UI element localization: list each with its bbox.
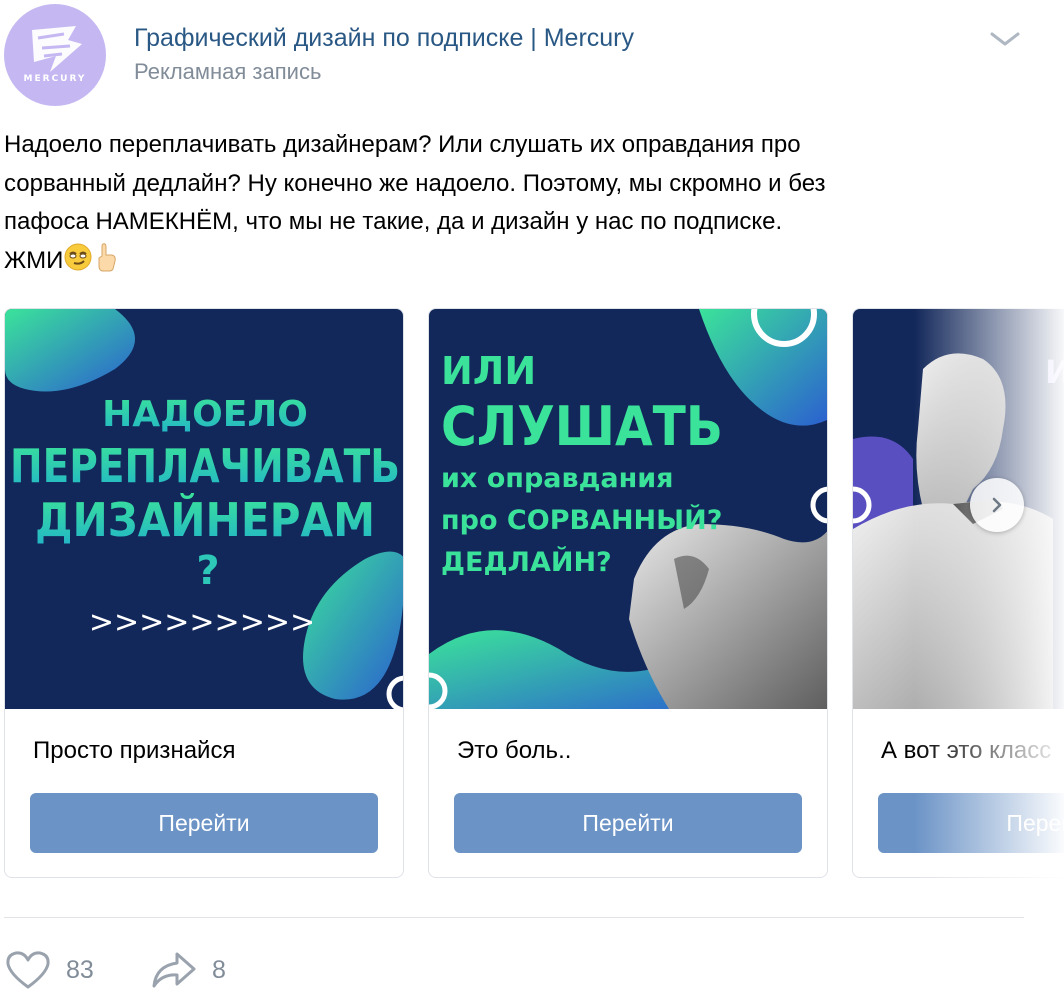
card-go-button[interactable]: Перейти bbox=[454, 793, 802, 853]
card-banner-image[interactable]: ИЛИ СЛУШАТЬ их оправдания про СОРВАННЫЙ?… bbox=[429, 309, 827, 709]
card-go-button[interactable]: Перейти bbox=[878, 793, 1064, 853]
community-avatar[interactable]: MERCURY bbox=[4, 4, 106, 106]
card-title: Это боль.. bbox=[457, 737, 572, 764]
carousel-next-button[interactable] bbox=[970, 478, 1024, 532]
post-text-line: Надоело переплачивать дизайнерам? Или сл… bbox=[4, 131, 801, 158]
post-text-line: ЖМИ bbox=[4, 242, 1034, 281]
card-go-button[interactable]: Перейти bbox=[30, 793, 378, 853]
carousel-card[interactable]: НАДОЕЛО ПЕРЕПЛАЧИВАТЬ ДИЗАЙНЕРАМ ? >>>>>… bbox=[4, 308, 404, 878]
banner-art: НАДОЕЛО ПЕРЕПЛАЧИВАТЬ ДИЗАЙНЕРАМ ? >>>>>… bbox=[5, 309, 403, 709]
share-count: 8 bbox=[212, 955, 226, 984]
post-text-cta: ЖМИ bbox=[4, 246, 64, 274]
banner-art: ИЛИ СЛУШАТЬ их оправдания про СОРВАННЫЙ?… bbox=[429, 309, 827, 709]
banner-line-3: их оправдания bbox=[441, 463, 674, 494]
card-title: Просто признайся bbox=[33, 737, 236, 764]
banner-line-5: >>>>>>>>> bbox=[89, 605, 315, 640]
divider bbox=[4, 917, 1024, 918]
banner-line-3: ДИЗАЙНЕРАМ bbox=[35, 493, 375, 547]
banner-line-1: ИЛИ bbox=[441, 349, 536, 393]
carousel-card[interactable]: ИЛИ СЛУШАТЬ их оправдания про СОРВАННЫЙ?… bbox=[428, 308, 828, 878]
card-title: А вот это класс bbox=[881, 737, 1052, 764]
like-button[interactable]: 83 bbox=[4, 948, 94, 992]
banner-line-1: НАДОЕЛО bbox=[102, 394, 308, 435]
banner-line-1: И bbox=[1045, 353, 1064, 391]
like-count: 83 bbox=[66, 955, 94, 984]
share-icon bbox=[152, 952, 196, 988]
smirk-emoji-icon bbox=[64, 243, 92, 270]
post-text-line: сорванный дедлайн? Ну конечно же надоело… bbox=[4, 169, 826, 197]
community-name-link[interactable]: Графический дизайн по подписке | Mercury bbox=[134, 22, 634, 54]
post-text-line: пафоса НАМЕКНЁМ, что мы не такие, да и д… bbox=[4, 208, 783, 235]
post-text: Надоело переплачивать дизайнерам? Или сл… bbox=[4, 126, 1034, 280]
banner-line-2: ПЕРЕПЛАЧИВАТЬ bbox=[10, 439, 400, 493]
chevron-right-icon bbox=[992, 497, 1002, 513]
ad-label: Рекламная запись bbox=[134, 59, 322, 84]
chevron-down-icon[interactable] bbox=[988, 28, 1022, 50]
banner-art: И bbox=[853, 353, 1064, 709]
mercury-logo-icon bbox=[32, 26, 82, 72]
card-banner-image[interactable]: И bbox=[853, 309, 1064, 709]
banner-line-4: про СОРВАННЫЙ? bbox=[441, 504, 722, 536]
ad-carousel[interactable]: НАДОЕЛО ПЕРЕПЛАЧИВАТЬ ДИЗАЙНЕРАМ ? >>>>>… bbox=[0, 308, 1064, 880]
share-button[interactable]: 8 bbox=[150, 948, 226, 992]
pointing-up-emoji-icon bbox=[98, 242, 117, 271]
banner-line-4: ? bbox=[196, 548, 219, 594]
avatar-text: MERCURY bbox=[23, 74, 87, 84]
heart-icon bbox=[6, 951, 50, 989]
banner-line-2: СЛУШАТЬ bbox=[441, 395, 723, 458]
card-banner-image[interactable]: НАДОЕЛО ПЕРЕПЛАЧИВАТЬ ДИЗАЙНЕРАМ ? >>>>>… bbox=[5, 309, 403, 709]
banner-line-5: ДЕДЛАЙН? bbox=[441, 546, 612, 578]
carousel-card[interactable]: И А вот это класс Перейти bbox=[852, 308, 1064, 878]
